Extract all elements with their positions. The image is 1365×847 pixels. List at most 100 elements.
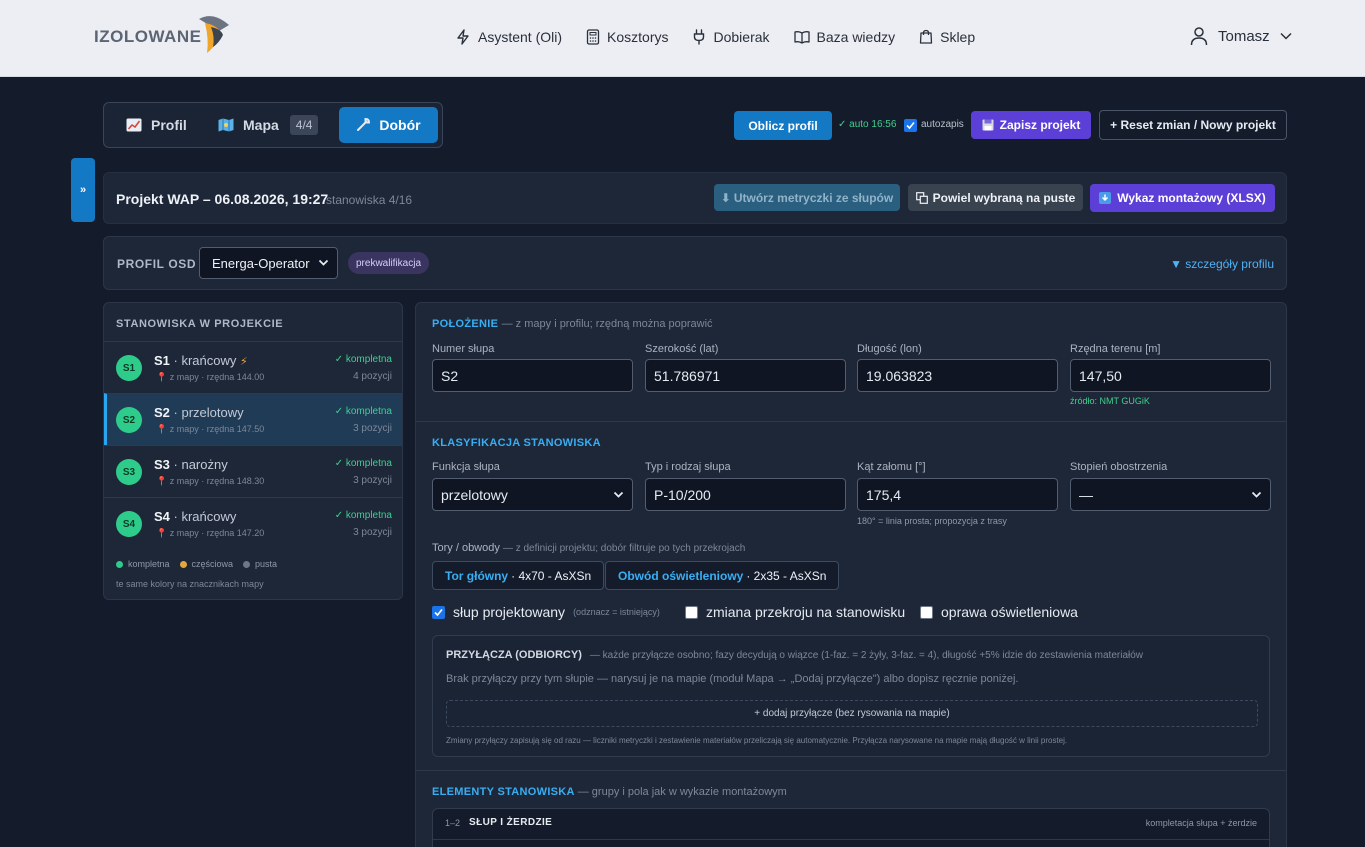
autozapis-checkbox[interactable] [904,119,917,132]
stanowisko-row-active[interactable]: S2 S2 · przelotowy 📍 z mapy · rzędna 147… [104,393,402,445]
group-number: 1–2 [445,818,461,828]
copy-icon [915,191,928,204]
book-icon [793,31,810,44]
nav-asystent[interactable]: Asystent (Oli) [455,26,562,48]
logo[interactable]: IZOLOWANE [94,16,231,58]
profile-details-link[interactable]: ▼ szczegóły profilu [1170,257,1274,271]
map-icon [218,118,234,132]
tab-mapa[interactable]: Mapa 4/4 [218,107,319,143]
stanowisko-count: 3 pozycji [353,475,392,486]
kat-hint: 180° = linia prosta; propozycja z trasy [857,516,1007,526]
wykaz-montazowy-label: Wykaz montażowy (XLSX) [1117,191,1266,205]
project-title: Projekt WAP – 06.08.2026, 19:27 [116,191,329,207]
wykaz-montazowy-button[interactable]: Wykaz montażowy (XLSX) [1090,184,1275,212]
download-arrow-icon: ⬇ [720,190,731,205]
group-subtitle: kompletacja słupa + żerdzie [1145,818,1257,828]
status-dot: S3 [116,459,142,485]
chevron-down-icon [1280,32,1292,40]
divider [433,839,1269,840]
add-przylacze-button[interactable]: + dodaj przyłącze (bez rysowania na mapi… [446,700,1258,727]
slup-projektowany-option[interactable]: słup projektowany (odznacz = istniejący) [432,604,660,620]
stanowisko-name: S4 · krańcowy [154,509,237,524]
status-dot: S1 [116,355,142,381]
bird-logo-icon [199,16,230,53]
utworz-metryczki-button[interactable]: ⬇ Utwórz metryczki ze słupów [714,184,900,211]
oblicz-profil-button[interactable]: Oblicz profil [734,111,832,140]
user-menu[interactable]: Tomasz [1190,26,1292,46]
stanowisko-status: ✓ kompletna [334,354,392,365]
stanowisko-row[interactable]: S3 S3 · narożny 📍 z mapy · rzędna 148.30… [104,445,402,497]
utworz-metryczki-label: Utwórz metryczki ze słupów [733,190,894,205]
powiel-label: Powiel wybraną na puste [932,190,1076,205]
reset-new-project-button[interactable]: + Reset zmian / Nowy projekt [1099,110,1287,140]
pin-icon: 📍 [156,372,168,382]
sidebar-toggle-button[interactable]: » [71,158,95,222]
download-icon [1099,192,1112,204]
shop-icon [919,29,933,44]
circuit-chip-tor-glowny[interactable]: Tor główny · 4x70 - AsXSn [432,561,605,590]
klasyfikacja-heading: KLASYFIKACJA STANOWISKA [432,437,601,449]
rzedna-label: Rzędna terenu [m] [1070,343,1161,355]
auto-save-status: ✓ auto 16:56 [838,119,897,130]
status-legend: kompletna częściowa pusta [116,559,287,569]
slup-projektowany-checkbox[interactable] [432,605,445,619]
stanowisko-location: 📍 z mapy · rzędna 144.00 [156,372,265,382]
legend-note: te same kolory na znacznikach mapy [116,579,264,589]
legend-dot-czesciowa [179,560,187,568]
zmiana-przekroju-option[interactable]: zmiana przekroju na stanowisku [685,604,905,620]
stanowisko-location: 📍 z mapy · rzędna 147.50 [156,424,265,434]
zapisz-projekt-button[interactable]: Zapisz projekt [971,111,1091,139]
funkcja-select[interactable]: przelotowy [432,478,633,511]
stopien-label: Stopień obostrzenia [1070,461,1168,473]
rzedna-source: źródło: NMT GUGiK [1070,396,1150,406]
elementy-heading: ELEMENTY STANOWISKA — grupy i pola jak w… [432,786,787,798]
stanowisko-count: 3 pozycji [353,527,392,538]
oprawa-checkbox[interactable] [920,605,933,619]
stanowisko-count: 3 pozycji [353,423,392,434]
lat-input[interactable]: 51.786971 [645,359,846,392]
wrench-icon [357,118,371,131]
rzedna-input[interactable]: 147,50 [1070,359,1271,392]
oprawa-option[interactable]: oprawa oświetleniowa [920,604,1078,620]
przylacza-box: PRZYŁĄCZA (ODBIORCY) — każde przyłącze os… [432,635,1270,757]
przylacza-empty-text: Brak przyłączy przy tym słupie — narysuj… [446,673,1019,685]
nav-dobierak[interactable]: Dobierak [692,26,770,48]
typ-input[interactable]: P-10/200 [645,478,846,511]
user-icon [1190,27,1208,46]
nav-sklep[interactable]: Sklep [919,26,975,48]
mode-tabs: Profil Mapa 4/4 Dobór [103,102,443,148]
osd-profile-bar: PROFIL OSD Energa-Operator prekwalifikac… [103,236,1287,290]
stanowisko-row[interactable]: S1 S1 · krańcowy ⚡ 📍 z mapy · rzędna 144… [104,341,402,393]
floppy-disk-icon [982,119,994,131]
status-dot: S4 [116,511,142,537]
osd-selected-value: Energa-Operator [212,255,310,271]
powiel-button[interactable]: Powiel wybraną na puste [908,184,1083,211]
pin-icon: 📍 [156,528,168,538]
lon-input[interactable]: 19.063823 [857,359,1058,392]
element-group-slup[interactable]: 1–2 SŁUP I ŻERDZIE kompletacja słupa + ż… [432,808,1270,847]
check-icon [906,121,915,130]
tab-profil-label: Profil [151,117,187,133]
kat-input[interactable]: 175,4 [857,478,1058,511]
osd-select[interactable]: Energa-Operator [199,247,338,279]
stanowisko-status: ✓ kompletna [334,458,392,469]
circuit-chip-oswietleniowy[interactable]: Obwód oświetleniowy · 2x35 - AsXSn [605,561,840,590]
nav-kosztorys-label: Kosztorys [607,29,669,45]
stanowisko-detail-panel: POŁOŻENIE — z mapy i profilu; rzędną moż… [415,302,1287,847]
kat-label: Kąt załomu [°] [857,461,926,473]
numer-slupa-input[interactable]: S2 [432,359,633,392]
prekwalifikacja-badge: prekwalifikacja [348,252,430,274]
nav-baza-wiedzy[interactable]: Baza wiedzy [793,26,895,48]
stanowisko-count: 4 pozycji [353,371,392,382]
zmiana-przekroju-checkbox[interactable] [685,605,698,619]
stanowisko-row[interactable]: S4 S4 · krańcowy 📍 z mapy · rzędna 147.2… [104,497,402,549]
tab-dobor-label: Dobór [379,117,421,133]
tab-profil[interactable]: Profil [126,107,187,143]
calculator-icon [586,29,600,45]
nav-kosztorys[interactable]: Kosztorys [586,26,668,48]
chart-line-icon [126,118,142,132]
stopien-select[interactable]: — [1070,478,1271,511]
tab-dobor[interactable]: Dobór [339,107,438,143]
group-title: SŁUP I ŻERDZIE [469,817,553,828]
stanowisko-location: 📍 z mapy · rzędna 148.30 [156,476,265,486]
